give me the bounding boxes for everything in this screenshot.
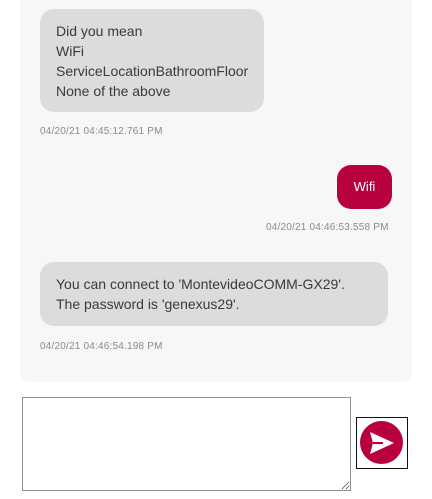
bot-message-suggestions: Did you mean WiFi ServiceLocationBathroo… bbox=[40, 9, 264, 112]
suggestion-option-service-location[interactable]: ServiceLocationBathroomFloor bbox=[56, 61, 248, 81]
user-message-text: Wifi bbox=[353, 179, 376, 194]
bot-message: You can connect to 'MontevideoCOMM-GX29'… bbox=[40, 262, 388, 326]
page-edge bbox=[422, 420, 432, 499]
suggestion-option-wifi[interactable]: WiFi bbox=[56, 41, 248, 61]
suggestion-heading: Did you mean bbox=[56, 23, 143, 39]
message-input[interactable] bbox=[22, 397, 351, 491]
message-timestamp: 04/20/21 04:46:54.198 PM bbox=[40, 341, 163, 352]
send-button[interactable] bbox=[356, 417, 408, 469]
suggestion-option-none[interactable]: None of the above bbox=[56, 81, 248, 101]
send-icon bbox=[370, 432, 394, 454]
bot-message-text: You can connect to 'MontevideoCOMM-GX29'… bbox=[56, 276, 345, 312]
user-message: Wifi bbox=[337, 165, 392, 209]
message-timestamp: 04/20/21 04:46:53.558 PM bbox=[266, 222, 389, 233]
send-button-circle bbox=[360, 421, 403, 464]
message-timestamp: 04/20/21 04:45:12.761 PM bbox=[40, 126, 163, 137]
